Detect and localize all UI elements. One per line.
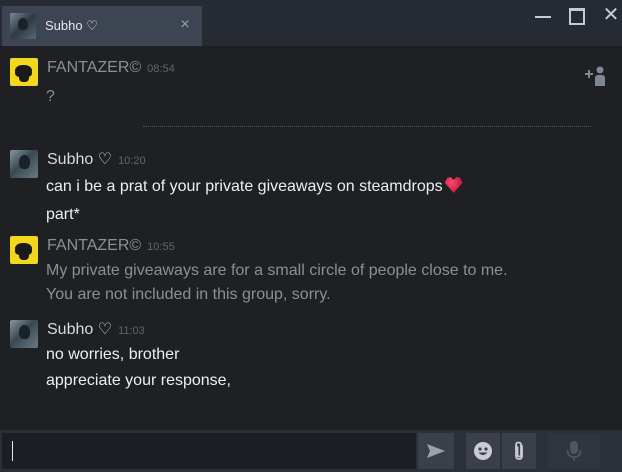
message-text: no worries, brother — [46, 346, 180, 363]
message-text: ? — [46, 88, 55, 105]
message-text: appreciate your response, — [46, 372, 231, 389]
maximize-button[interactable] — [566, 6, 588, 26]
message-sender: FANTAZER© 10:55 — [47, 236, 175, 257]
close-window-button[interactable]: ✕ — [600, 5, 622, 26]
avatar[interactable] — [10, 320, 38, 348]
sender-name[interactable]: FANTAZER© — [47, 59, 141, 76]
message-time: 08:54 — [147, 63, 175, 75]
message-text: My private giveaways are for a small cir… — [46, 262, 508, 279]
add-user-icon[interactable] — [584, 64, 608, 88]
attach-button[interactable] — [502, 433, 536, 469]
tab-contact-name: Subho ♡ — [45, 18, 98, 33]
message-sender: Subho ♡ 11:03 — [47, 320, 145, 341]
smiley-icon — [474, 442, 492, 460]
microphone-icon — [566, 441, 582, 461]
avatar[interactable] — [10, 150, 38, 178]
chat-history[interactable]: FANTAZER© 08:54 ? Subho ♡ 10:20 can i be a… — [0, 46, 622, 430]
voice-chat-button[interactable] — [548, 433, 600, 469]
sender-name[interactable]: Subho ♡ — [47, 151, 112, 168]
text-caret — [12, 441, 13, 461]
chat-tab-subho[interactable]: Subho ♡ × — [2, 6, 202, 46]
message-text: part* — [46, 206, 80, 223]
emoticon-button[interactable] — [466, 433, 500, 469]
message-time: 10:20 — [118, 155, 146, 167]
message-text: can i be a prat of your private giveaway… — [46, 176, 463, 198]
divider — [143, 126, 591, 127]
avatar — [10, 13, 36, 39]
close-tab-icon[interactable]: × — [176, 16, 194, 34]
message-time: 10:55 — [147, 241, 175, 253]
minimize-button[interactable] — [532, 6, 554, 26]
avatar[interactable] — [10, 58, 38, 86]
sender-name[interactable]: Subho ♡ — [47, 321, 112, 338]
message-text: You are not included in this group, sorr… — [46, 286, 331, 303]
message-sender: FANTAZER© 08:54 — [47, 58, 175, 79]
title-bar: Subho ♡ × ✕ — [0, 0, 622, 46]
chat-window: Subho ♡ × ✕ FANTAZER© 08:54 ? Subho ♡ 10… — [0, 0, 622, 472]
send-button[interactable] — [418, 433, 454, 469]
message-time: 11:03 — [118, 325, 145, 337]
paperclip-icon — [515, 441, 523, 460]
avatar[interactable] — [10, 236, 38, 264]
send-arrow-icon — [427, 444, 445, 458]
message-input[interactable] — [2, 433, 416, 469]
heart-emoji-icon — [444, 177, 463, 193]
message-composer — [0, 430, 622, 472]
message-sender: Subho ♡ 10:20 — [47, 150, 146, 171]
sender-name[interactable]: FANTAZER© — [47, 237, 141, 254]
